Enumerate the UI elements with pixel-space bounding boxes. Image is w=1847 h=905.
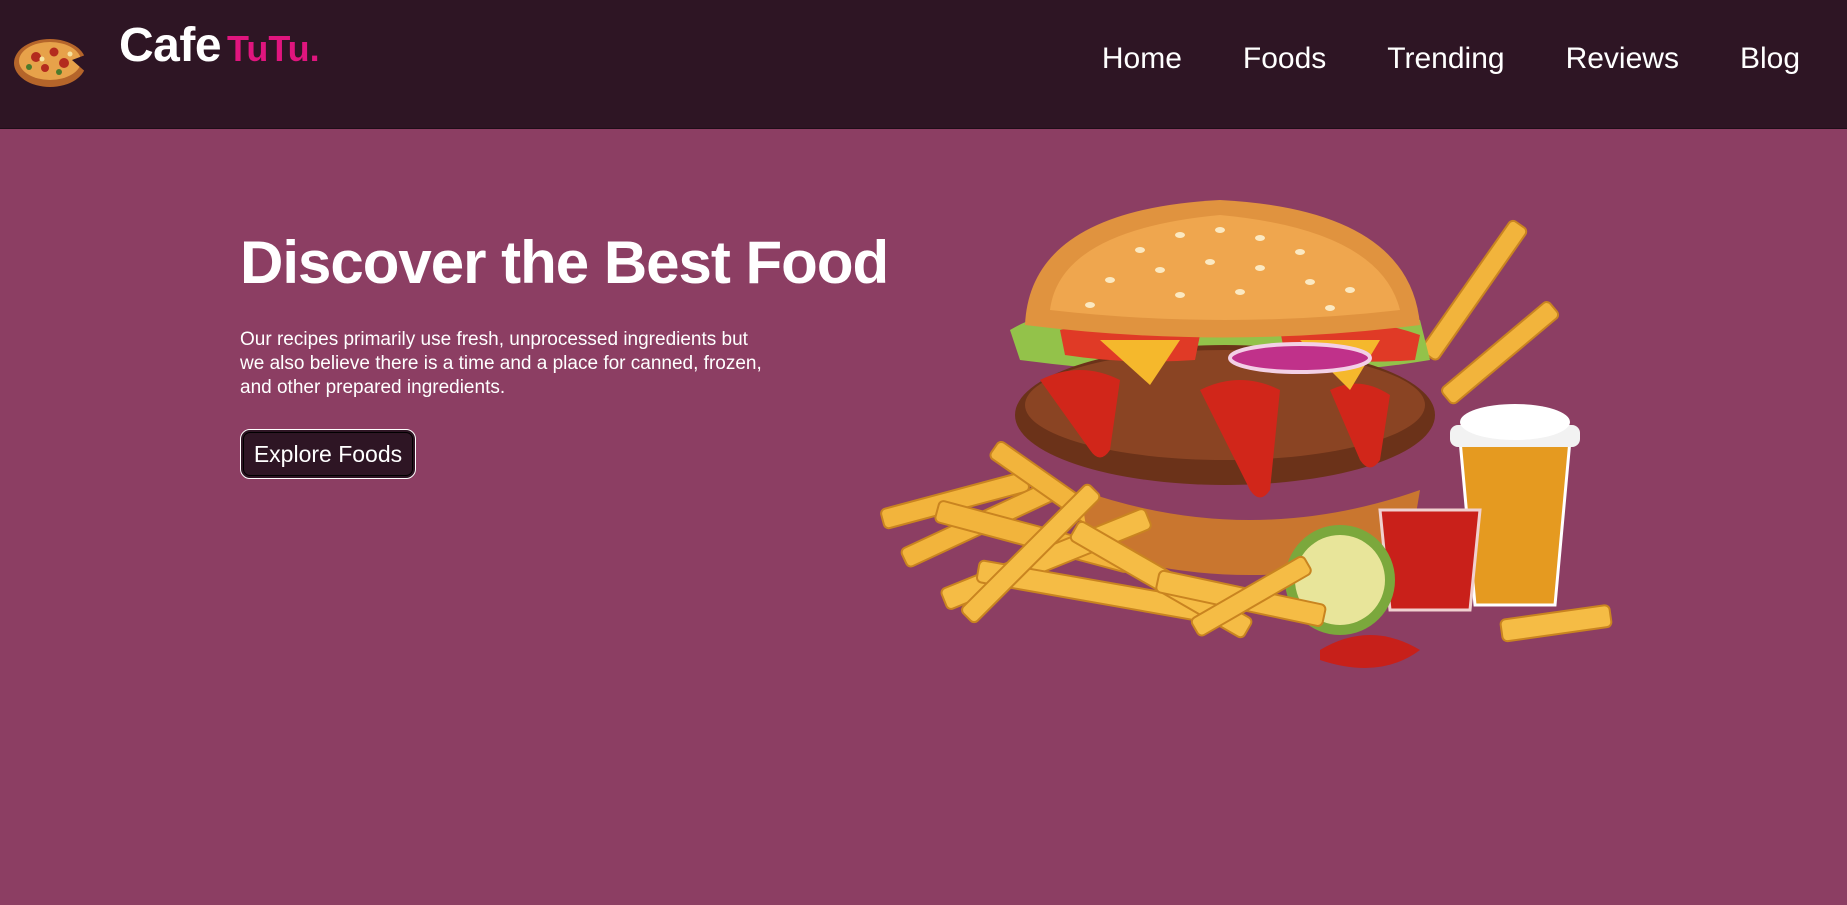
nav-link-trending[interactable]: Trending [1387, 42, 1504, 76]
nav-link-blog[interactable]: Blog [1740, 42, 1800, 76]
burger-fries-icon [880, 190, 1620, 710]
brand-accent: TuTu. [227, 28, 320, 69]
hero-title: Discover the Best Food [240, 229, 889, 296]
site-header: Cafe TuTu. Home Foods Trending Reviews Bl… [0, 0, 1847, 129]
main-nav: Home Foods Trending Reviews Blog [1041, 42, 1800, 76]
brand-logo[interactable]: Cafe TuTu. [119, 18, 320, 73]
brand-name: Cafe [119, 19, 222, 72]
pizza-icon[interactable] [12, 30, 88, 92]
nav-link-reviews[interactable]: Reviews [1566, 42, 1679, 76]
nav-link-foods[interactable]: Foods [1243, 42, 1326, 76]
hero-description: Our recipes primarily use fresh, unproce… [240, 329, 762, 398]
explore-foods-button[interactable]: Explore Foods [240, 429, 416, 479]
nav-link-home[interactable]: Home [1102, 42, 1182, 76]
